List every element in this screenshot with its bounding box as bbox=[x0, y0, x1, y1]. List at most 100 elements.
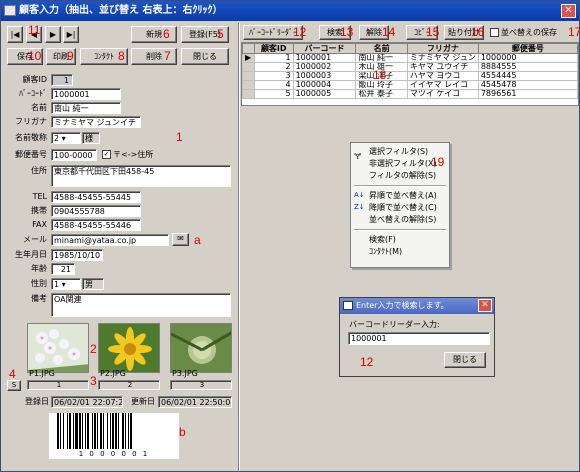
table-cell[interactable]: 1000002 bbox=[292, 62, 357, 72]
fax-field[interactable]: 4588-45455-55446 bbox=[51, 219, 141, 231]
menu-item-exclude-filter[interactable]: 非選択フィルタ(X) bbox=[369, 159, 437, 169]
table-cell[interactable]: 1000001 bbox=[292, 53, 357, 63]
table-cell[interactable]: 4554445 bbox=[477, 71, 579, 81]
email-field[interactable]: minami@yataa.co.jp bbox=[51, 234, 169, 246]
honorific-select[interactable]: 2 ▾ bbox=[51, 132, 81, 144]
postal-label: 郵便番号 bbox=[15, 150, 47, 159]
table-cell[interactable]: 4 bbox=[253, 80, 294, 90]
column-header[interactable]: バーコード bbox=[292, 43, 357, 54]
barcode-number: 1 0 0 0 0 0 1 bbox=[78, 450, 150, 458]
mobile-label: 携帯 bbox=[31, 206, 47, 215]
table-cell[interactable]: 南山 純一 bbox=[355, 53, 408, 63]
table-row[interactable]: 2 1000002 木山 雄一 キヤマ ユウイチ 8884555 bbox=[242, 62, 579, 72]
table-row[interactable]: 4 1000004 飯山 玲子 イイヤマ レイコ 4545478 bbox=[242, 80, 579, 90]
column-header[interactable]: 郵便番号 bbox=[477, 43, 579, 54]
photo-2-number: 2 bbox=[98, 380, 160, 390]
barcode-reader-input-label: バーコードリーダー入力: bbox=[349, 320, 440, 329]
column-header[interactable]: 名前 bbox=[355, 43, 408, 54]
table-row[interactable]: 3 1000003 梁山 洋子 ハヤマ ヨウコ 4554445 bbox=[242, 71, 579, 81]
s-button[interactable]: S bbox=[7, 380, 21, 391]
address-label: 住所 bbox=[31, 166, 47, 175]
birthdate-field[interactable]: 1985/10/10 bbox=[51, 249, 103, 261]
marker-19: 19 bbox=[431, 155, 445, 169]
dialog-close-button[interactable]: 閉じる bbox=[444, 352, 486, 368]
barcode-field[interactable]: 1000001 bbox=[51, 88, 121, 100]
first-record-button[interactable]: |◀ bbox=[7, 26, 23, 43]
close-icon[interactable]: ✕ bbox=[561, 4, 576, 18]
table-row[interactable]: ▶ 1 1000001 南山 純一 ミナミヤマ ジュン 1000000 bbox=[242, 53, 579, 63]
row-selector[interactable] bbox=[242, 71, 255, 81]
table-cell[interactable]: 1000004 bbox=[292, 80, 357, 90]
menu-item-sort-ascending[interactable]: 昇順で並べ替え(A) bbox=[369, 191, 437, 201]
marker-a: a bbox=[194, 233, 201, 247]
table-cell[interactable]: 1 bbox=[253, 53, 294, 63]
photo-1-caption: P1.JPG bbox=[29, 369, 55, 378]
honorific-number: 2 bbox=[54, 134, 60, 143]
barcode-image: 1 0 0 0 0 0 1 bbox=[49, 413, 179, 459]
marker-13: 13 bbox=[340, 25, 354, 39]
gender-value: 男 bbox=[82, 278, 104, 290]
mail-send-button[interactable]: ✉ bbox=[172, 233, 189, 246]
row-selector[interactable] bbox=[242, 89, 255, 99]
notes-field[interactable]: OA関連 bbox=[51, 293, 231, 317]
table-cell[interactable]: 1000003 bbox=[292, 71, 357, 81]
dialog-title-bar: Enter入力で検索します。 ✕ bbox=[340, 298, 494, 314]
table-cell[interactable]: 3 bbox=[253, 71, 294, 81]
updated-date-label: 更新日 bbox=[131, 397, 155, 406]
kana-field[interactable]: ミナミヤマ ジュンイチ bbox=[51, 116, 141, 128]
gender-select[interactable]: 1 ▾ bbox=[51, 278, 81, 290]
sort-descending-icon: Z↓ bbox=[354, 203, 365, 211]
table-cell[interactable]: 1000000 bbox=[477, 53, 579, 63]
name-field[interactable]: 南山 純一 bbox=[51, 102, 121, 114]
menu-item-clear-sort[interactable]: 並べ替えの解除(S) bbox=[369, 215, 436, 225]
registered-date-field: 06/02/01 22:07:29 bbox=[51, 396, 123, 408]
menu-item-contact[interactable]: ｺﾝﾀｸﾄ(M) bbox=[369, 247, 402, 257]
column-header[interactable]: 顧客ID bbox=[253, 43, 294, 54]
row-selector-header[interactable] bbox=[242, 43, 255, 54]
menu-item-sort-descending[interactable]: 降順で並べ替え(C) bbox=[369, 203, 437, 213]
table-cell[interactable]: 4545478 bbox=[477, 80, 579, 90]
row-selector[interactable] bbox=[242, 80, 255, 90]
last-record-button[interactable]: ▶| bbox=[63, 26, 79, 43]
tel-label: TEL bbox=[32, 192, 47, 201]
dialog-close-icon[interactable]: ✕ bbox=[478, 299, 492, 312]
photo-1[interactable] bbox=[27, 323, 89, 373]
table-cell[interactable]: 8884555 bbox=[477, 62, 579, 72]
photo-3-number: 3 bbox=[170, 380, 232, 390]
marker-3: 3 bbox=[90, 374, 97, 388]
photo-3[interactable] bbox=[170, 323, 232, 373]
menu-item-search[interactable]: 検索(F) bbox=[369, 235, 396, 245]
table-cell[interactable]: 1000005 bbox=[292, 89, 357, 99]
close-button[interactable]: 閉じる bbox=[181, 48, 229, 65]
table-cell[interactable]: キヤマ ユウイチ bbox=[406, 62, 479, 72]
new-button[interactable]: 新規 bbox=[131, 26, 177, 43]
table-cell[interactable]: マツイ ケイコ bbox=[406, 89, 479, 99]
table-cell[interactable]: ミナミヤマ ジュン bbox=[406, 53, 479, 63]
row-selector[interactable] bbox=[242, 62, 255, 72]
table-cell[interactable]: 5 bbox=[253, 89, 294, 99]
table-cell[interactable]: 松井 泰子 bbox=[355, 89, 408, 99]
sort-keep-checkbox[interactable] bbox=[490, 28, 499, 37]
mobile-field[interactable]: 0904555788 bbox=[51, 205, 141, 217]
menu-item-select-filter[interactable]: 選択フィルタ(S) bbox=[369, 147, 428, 157]
marker-1: 1 bbox=[176, 130, 183, 144]
postal-field[interactable]: 100-0000 bbox=[51, 149, 97, 161]
marker-11: 11 bbox=[28, 23, 41, 37]
marker-b: b bbox=[179, 425, 186, 439]
table-row[interactable]: 5 1000005 松井 泰子 マツイ ケイコ 7896561 bbox=[242, 89, 579, 99]
next-record-button[interactable]: ▶ bbox=[45, 26, 61, 43]
postal-address-checkbox[interactable]: ✓ bbox=[102, 150, 111, 159]
table-cell[interactable]: 7896561 bbox=[477, 89, 579, 99]
table-cell[interactable]: ハヤマ ヨウコ bbox=[406, 71, 479, 81]
barcode-reader-input[interactable]: 1000001 bbox=[348, 332, 490, 345]
table-cell[interactable]: イイヤマ レイコ bbox=[406, 80, 479, 90]
column-header[interactable]: フリガナ bbox=[406, 43, 479, 54]
window-title: 顧客入力（抽出、並び替え 右表上：右ｸﾘｯｸ） bbox=[19, 5, 223, 16]
menu-item-clear-filter[interactable]: フィルタの解除(S) bbox=[369, 171, 436, 181]
marker-12-dialog: 12 bbox=[360, 355, 374, 369]
photo-2[interactable] bbox=[98, 323, 160, 373]
address-field[interactable]: 東京都千代田区下田458-45 bbox=[51, 165, 231, 187]
tel-field[interactable]: 4588-45455-55445 bbox=[51, 191, 141, 203]
table-cell[interactable]: 2 bbox=[253, 62, 294, 72]
gender-label: 性別 bbox=[31, 279, 47, 288]
